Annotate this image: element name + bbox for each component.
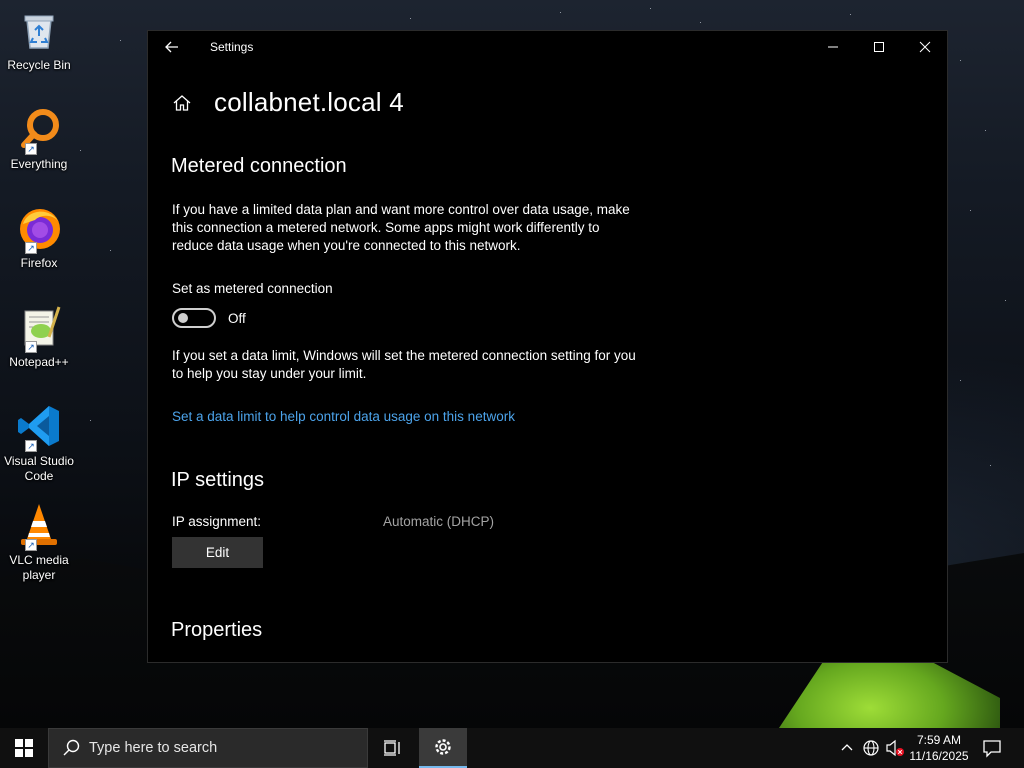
toggle-state-text: Off bbox=[228, 311, 246, 326]
shortcut-arrow-icon: ↗ bbox=[25, 242, 37, 254]
back-arrow-icon bbox=[165, 41, 178, 53]
desktop-icon-vlc[interactable]: ↗ VLC media player bbox=[2, 501, 76, 583]
desktop-icon-vscode[interactable]: ↗ Visual Studio Code bbox=[2, 402, 76, 484]
show-hidden-icons-button[interactable] bbox=[837, 738, 857, 758]
network-status-button[interactable] bbox=[861, 738, 881, 758]
shortcut-arrow-icon: ↗ bbox=[25, 341, 37, 353]
notification-icon bbox=[983, 740, 1001, 758]
globe-network-icon bbox=[863, 740, 879, 756]
volume-button[interactable] bbox=[885, 738, 905, 758]
desktop-icon-firefox[interactable]: ↗ Firefox bbox=[2, 204, 76, 271]
gear-icon bbox=[435, 739, 451, 755]
desktop-icon-label: Notepad++ bbox=[9, 355, 69, 369]
home-icon bbox=[173, 95, 191, 111]
shortcut-arrow-icon: ↗ bbox=[25, 440, 37, 452]
maximize-button[interactable] bbox=[856, 31, 902, 63]
set-data-limit-link[interactable]: Set a data limit to help control data us… bbox=[172, 409, 515, 424]
desktop-icon-label: Everything bbox=[10, 157, 68, 171]
desktop-icon-label: VLC media player bbox=[9, 553, 69, 582]
everything-search-icon: ↗ bbox=[15, 105, 63, 155]
windows-logo-icon bbox=[15, 739, 33, 757]
desktop-icon-label: Visual Studio Code bbox=[4, 454, 74, 483]
toggle-knob bbox=[178, 313, 188, 323]
metered-connection-toggle[interactable] bbox=[172, 308, 216, 328]
properties-heading: Properties bbox=[171, 619, 263, 641]
search-icon bbox=[63, 739, 80, 756]
home-button[interactable] bbox=[172, 93, 192, 113]
metered-toggle-label: Set as metered connection bbox=[172, 281, 333, 296]
desktop-icon-everything[interactable]: ↗ Everything bbox=[2, 105, 76, 172]
ip-assignment-value: Automatic (DHCP) bbox=[383, 514, 495, 529]
close-button[interactable] bbox=[902, 31, 948, 63]
notepad-plus-plus-icon: ↗ bbox=[15, 303, 63, 353]
close-icon bbox=[919, 41, 931, 53]
vscode-icon: ↗ bbox=[15, 402, 63, 452]
shortcut-arrow-icon: ↗ bbox=[25, 539, 37, 551]
metered-connection-heading: Metered connection bbox=[171, 155, 347, 177]
ip-assignment-label: IP assignment: bbox=[172, 514, 262, 529]
clock-time: 7:59 AM bbox=[916, 733, 962, 747]
desktop-icon-notepad-plus-plus[interactable]: ↗ Notepad++ bbox=[2, 303, 76, 370]
speaker-muted-icon bbox=[886, 739, 904, 757]
firefox-icon: ↗ bbox=[15, 204, 63, 254]
search-placeholder: Type here to search bbox=[89, 740, 218, 756]
start-button[interactable] bbox=[0, 728, 48, 768]
settings-window: Settings collabnet.local 4 Metered conne… bbox=[147, 30, 948, 663]
desktop-icon-label: Recycle Bin bbox=[7, 58, 71, 72]
chevron-up-icon bbox=[841, 744, 853, 751]
taskbar-search-box[interactable]: Type here to search bbox=[48, 728, 368, 768]
minimize-icon bbox=[828, 46, 838, 48]
desktop-icon-label: Firefox bbox=[20, 256, 58, 270]
task-view-icon bbox=[384, 740, 400, 756]
maximize-icon bbox=[874, 42, 884, 52]
window-title: Settings bbox=[210, 40, 254, 54]
shortcut-arrow-icon: ↗ bbox=[25, 143, 37, 155]
metered-description: If you have a limited data plan and want… bbox=[172, 202, 630, 253]
clock-date: 11/16/2025 bbox=[909, 749, 969, 763]
edit-ip-button[interactable]: Edit bbox=[172, 537, 263, 568]
action-center-button[interactable] bbox=[980, 736, 1004, 760]
vlc-icon: ↗ bbox=[15, 501, 63, 551]
page-title: collabnet.local 4 bbox=[214, 87, 404, 117]
desktop-icon-recycle-bin[interactable]: Recycle Bin bbox=[2, 6, 76, 73]
recycle-bin-icon bbox=[15, 6, 63, 54]
taskbar: Type here to search 7:59 AM 11/16/2025 bbox=[0, 728, 1024, 768]
task-view-button[interactable] bbox=[368, 728, 416, 768]
ip-settings-heading: IP settings bbox=[171, 469, 265, 491]
back-button[interactable] bbox=[162, 37, 182, 57]
data-limit-note: If you set a data limit, Windows will se… bbox=[172, 348, 636, 381]
title-bar: Settings bbox=[148, 31, 947, 63]
taskbar-settings-app[interactable] bbox=[419, 728, 467, 768]
system-clock[interactable]: 7:59 AM 11/16/2025 bbox=[905, 732, 973, 764]
minimize-button[interactable] bbox=[810, 31, 856, 63]
